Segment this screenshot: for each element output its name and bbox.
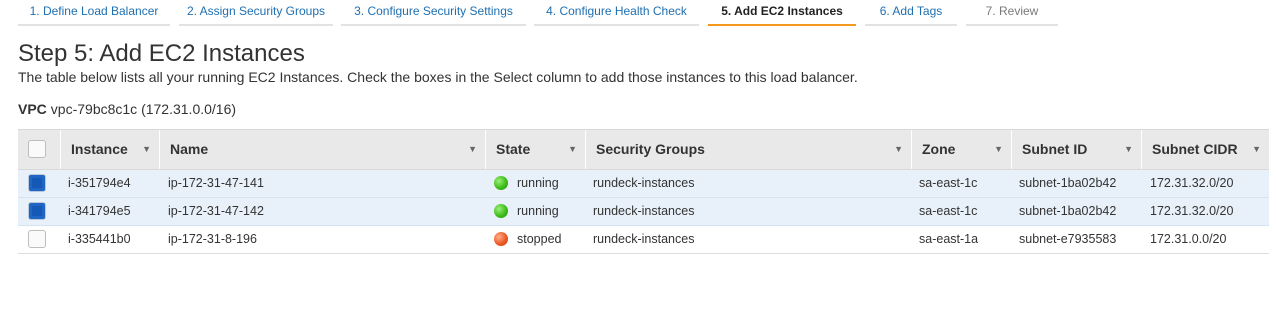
sort-icon[interactable]: ▼ xyxy=(142,130,151,169)
step-add-tags[interactable]: 6. Add Tags xyxy=(865,0,957,26)
select-column-header xyxy=(18,130,60,169)
vpc-value: vpc-79bc8c1c (172.31.0.0/16) xyxy=(50,101,237,117)
table-header: Instance ▼ Name ▼ State ▼ Security Group… xyxy=(18,129,1269,170)
state-stopped-icon xyxy=(494,232,508,246)
instances-table: Instance ▼ Name ▼ State ▼ Security Group… xyxy=(18,129,1269,254)
vpc-info: VPC vpc-79bc8c1c (172.31.0.0/16) xyxy=(18,101,236,117)
instance-name: ip-172-31-47-142 xyxy=(168,204,264,218)
step-assign-security-groups[interactable]: 2. Assign Security Groups xyxy=(179,0,333,26)
column-label: Security Groups xyxy=(596,141,705,157)
page-title: Step 5: Add EC2 Instances xyxy=(18,40,305,67)
instance-id: i-335441b0 xyxy=(68,232,131,246)
instance-id: i-341794e5 xyxy=(68,204,131,218)
instance-id: i-351794e4 xyxy=(68,176,131,190)
column-label: Instance xyxy=(71,141,128,157)
column-header-name[interactable]: Name ▼ xyxy=(159,130,485,169)
zone: sa-east-1a xyxy=(919,232,979,246)
subnet-cidr: 172.31.0.0/20 xyxy=(1150,232,1227,246)
instance-name: ip-172-31-8-196 xyxy=(168,232,257,246)
column-header-state[interactable]: State ▼ xyxy=(485,130,585,169)
table-row[interactable]: i-341794e5 ip-172-31-47-142 running rund… xyxy=(18,198,1269,226)
subnet-id: subnet-1ba02b42 xyxy=(1019,204,1117,218)
step-configure-security-settings[interactable]: 3. Configure Security Settings xyxy=(341,0,526,26)
subnet-id: subnet-1ba02b42 xyxy=(1019,176,1117,190)
sort-icon[interactable]: ▼ xyxy=(568,130,577,169)
state-running-icon xyxy=(494,176,508,190)
column-header-security-groups[interactable]: Security Groups ▼ xyxy=(585,130,911,169)
column-label: Zone xyxy=(922,141,956,157)
subnet-cidr: 172.31.32.0/20 xyxy=(1150,204,1234,218)
table-row[interactable]: i-335441b0 ip-172-31-8-196 stopped runde… xyxy=(18,226,1269,254)
subnet-id: subnet-e7935583 xyxy=(1019,232,1117,246)
zone: sa-east-1c xyxy=(919,204,978,218)
sort-icon[interactable]: ▼ xyxy=(894,130,903,169)
sort-icon[interactable]: ▼ xyxy=(994,130,1003,169)
sort-icon[interactable]: ▼ xyxy=(1124,130,1133,169)
row-select-checkbox[interactable] xyxy=(28,202,46,220)
security-groups: rundeck-instances xyxy=(593,176,695,190)
instance-state: stopped xyxy=(517,232,562,246)
sort-icon[interactable]: ▼ xyxy=(468,130,477,169)
vpc-label: VPC xyxy=(18,101,47,117)
column-label: Subnet ID xyxy=(1022,141,1088,157)
state-running-icon xyxy=(494,204,508,218)
page-description: The table below lists all your running E… xyxy=(18,69,858,85)
row-select-checkbox[interactable] xyxy=(28,230,46,248)
row-select-checkbox[interactable] xyxy=(28,174,46,192)
column-header-subnet-id[interactable]: Subnet ID ▼ xyxy=(1011,130,1141,169)
step-configure-health-check[interactable]: 4. Configure Health Check xyxy=(534,0,699,26)
zone: sa-east-1c xyxy=(919,176,978,190)
instance-state: running xyxy=(517,176,559,190)
column-label: Name xyxy=(170,141,209,157)
security-groups: rundeck-instances xyxy=(593,204,695,218)
step-add-ec2-instances[interactable]: 5. Add EC2 Instances xyxy=(708,0,856,26)
security-groups: rundeck-instances xyxy=(593,232,695,246)
subnet-cidr: 172.31.32.0/20 xyxy=(1150,176,1234,190)
column-header-subnet-cidr[interactable]: Subnet CIDR ▼ xyxy=(1141,130,1269,169)
column-label: Subnet CIDR xyxy=(1152,141,1238,157)
column-label: State xyxy=(496,141,531,157)
column-header-instance[interactable]: Instance ▼ xyxy=(60,130,159,169)
instance-name: ip-172-31-47-141 xyxy=(168,176,264,190)
step-define-load-balancer[interactable]: 1. Define Load Balancer xyxy=(18,0,170,26)
sort-icon[interactable]: ▼ xyxy=(1252,130,1261,169)
table-row[interactable]: i-351794e4 ip-172-31-47-141 running rund… xyxy=(18,170,1269,198)
column-header-zone[interactable]: Zone ▼ xyxy=(911,130,1011,169)
instance-state: running xyxy=(517,204,559,218)
step-review[interactable]: 7. Review xyxy=(966,0,1058,26)
select-all-checkbox[interactable] xyxy=(28,140,46,158)
